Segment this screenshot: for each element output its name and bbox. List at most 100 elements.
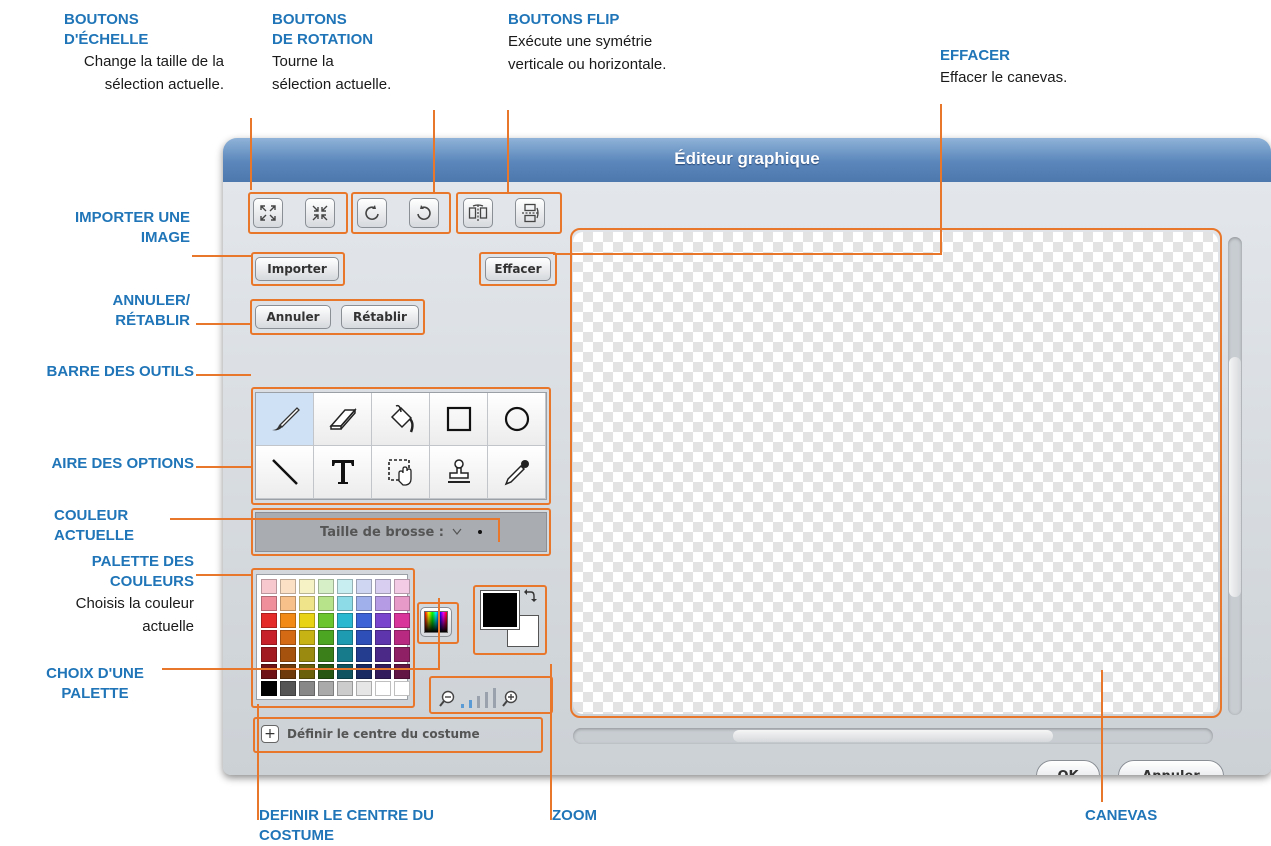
palette-swatch[interactable] [261, 596, 277, 611]
palette-swatch[interactable] [299, 647, 315, 662]
palette-swatch[interactable] [280, 596, 296, 611]
palette-swatch[interactable] [261, 579, 277, 594]
import-button[interactable]: Importer [255, 257, 339, 281]
palette-swatch[interactable] [356, 681, 372, 696]
undo-button[interactable]: Annuler [255, 305, 331, 329]
palette-swatch[interactable] [337, 596, 353, 611]
palette-swatch[interactable] [356, 630, 372, 645]
palette-swatch[interactable] [280, 613, 296, 628]
palette-swatch[interactable] [318, 630, 334, 645]
palette-swatch[interactable] [337, 613, 353, 628]
palette-swatch[interactable] [261, 647, 277, 662]
rotate-left-button[interactable] [357, 198, 387, 228]
zoom-level-5[interactable] [493, 688, 496, 708]
palette-swatch[interactable] [318, 579, 334, 594]
palette-swatch[interactable] [261, 664, 277, 679]
palette-swatch[interactable] [394, 681, 410, 696]
clear-button[interactable]: Effacer [485, 257, 551, 281]
annotation-desc: Change la taille de la sélection actuell… [83, 53, 224, 93]
palette-swatch[interactable] [337, 647, 353, 662]
zoom-out-icon[interactable] [438, 690, 456, 708]
palette-swatch[interactable] [299, 681, 315, 696]
palette-swatch[interactable] [356, 664, 372, 679]
brush-size-dropdown[interactable] [452, 528, 462, 536]
ellipse-tool[interactable] [488, 393, 546, 446]
flip-horizontal-button[interactable] [463, 198, 493, 228]
vertical-scrollbar[interactable] [1228, 237, 1242, 715]
ok-button[interactable]: OK [1036, 760, 1100, 775]
eraser-tool[interactable] [314, 393, 372, 446]
palette-swatch[interactable] [375, 681, 391, 696]
select-tool[interactable] [372, 446, 430, 499]
palette-swatch[interactable] [394, 613, 410, 628]
rectangle-tool[interactable] [430, 393, 488, 446]
define-center-button[interactable]: + Définir le centre du costume [261, 722, 546, 746]
palette-swatch[interactable] [280, 579, 296, 594]
palette-swatch[interactable] [318, 681, 334, 696]
palette-swatch[interactable] [375, 647, 391, 662]
palette-swatch[interactable] [318, 647, 334, 662]
palette-choice-button[interactable] [420, 607, 452, 637]
fill-tool[interactable] [372, 393, 430, 446]
line-tool[interactable] [256, 446, 314, 499]
shrink-button[interactable] [305, 198, 335, 228]
palette-swatch[interactable] [261, 630, 277, 645]
palette-swatch[interactable] [299, 579, 315, 594]
palette-swatch[interactable] [394, 579, 410, 594]
text-tool[interactable] [314, 446, 372, 499]
annotation-desc: Exécute une symétrie verticale ou horizo… [508, 33, 667, 73]
stamp-tool[interactable] [430, 446, 488, 499]
palette-swatch[interactable] [394, 664, 410, 679]
palette-swatch[interactable] [356, 596, 372, 611]
palette-swatch[interactable] [356, 613, 372, 628]
horizontal-scroll-thumb[interactable] [733, 730, 1053, 742]
paintbrush-tool[interactable] [256, 393, 314, 446]
grow-button[interactable] [253, 198, 283, 228]
vertical-scroll-thumb[interactable] [1229, 357, 1241, 597]
eyedropper-tool[interactable] [488, 446, 546, 499]
palette-swatch[interactable] [280, 681, 296, 696]
paint-editor-window: Éditeur graphique Importer Effacer Annul… [223, 138, 1271, 775]
palette-swatch[interactable] [261, 613, 277, 628]
window-title-bar[interactable]: Éditeur graphique [223, 138, 1271, 182]
palette-swatch[interactable] [375, 664, 391, 679]
zoom-level-3[interactable] [477, 696, 480, 708]
palette-swatch[interactable] [318, 664, 334, 679]
palette-swatch[interactable] [375, 596, 391, 611]
palette-swatch[interactable] [261, 681, 277, 696]
swap-colors-icon[interactable] [523, 589, 537, 603]
palette-swatch[interactable] [318, 596, 334, 611]
palette-swatch[interactable] [375, 613, 391, 628]
palette-swatch[interactable] [337, 681, 353, 696]
palette-swatch[interactable] [280, 630, 296, 645]
flip-vertical-button[interactable] [515, 198, 545, 228]
drawing-canvas[interactable] [573, 232, 1218, 714]
palette-swatch[interactable] [337, 579, 353, 594]
redo-button[interactable]: Rétablir [341, 305, 419, 329]
zoom-in-icon[interactable] [501, 690, 519, 708]
palette-swatch[interactable] [337, 630, 353, 645]
palette-swatch[interactable] [280, 664, 296, 679]
palette-swatch[interactable] [375, 630, 391, 645]
palette-swatch[interactable] [299, 664, 315, 679]
cancel-button[interactable]: Annuler [1118, 760, 1224, 775]
palette-swatch[interactable] [394, 596, 410, 611]
zoom-level-4[interactable] [485, 692, 488, 708]
eraser-icon [328, 408, 357, 430]
palette-swatch[interactable] [356, 647, 372, 662]
palette-swatch[interactable] [394, 630, 410, 645]
horizontal-scrollbar[interactable] [573, 728, 1213, 744]
palette-swatch[interactable] [280, 647, 296, 662]
palette-swatch[interactable] [318, 613, 334, 628]
palette-swatch[interactable] [299, 630, 315, 645]
palette-swatch[interactable] [356, 579, 372, 594]
palette-swatch[interactable] [299, 596, 315, 611]
zoom-level-2[interactable] [469, 700, 472, 708]
zoom-level-1[interactable] [461, 704, 464, 708]
foreground-color-swatch[interactable] [480, 590, 520, 630]
palette-swatch[interactable] [299, 613, 315, 628]
palette-swatch[interactable] [337, 664, 353, 679]
rotate-right-button[interactable] [409, 198, 439, 228]
palette-swatch[interactable] [394, 647, 410, 662]
palette-swatch[interactable] [375, 579, 391, 594]
